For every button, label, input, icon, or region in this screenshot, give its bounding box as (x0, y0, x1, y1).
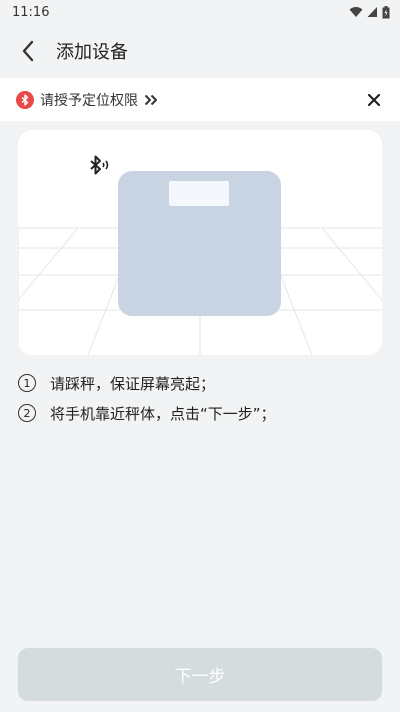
status-bar: 11:16 (0, 0, 400, 24)
step-text: 请踩秤，保证屏幕亮起； (50, 374, 216, 393)
app-bar: 添加设备 (0, 24, 400, 78)
step-number: 1 (18, 374, 36, 392)
instruction-steps: 1 请踩秤，保证屏幕亮起； 2 将手机靠近秤体，点击“下一步”； (18, 368, 382, 428)
permission-banner[interactable]: 请授予定位权限 (0, 78, 400, 121)
banner-close-button[interactable] (364, 90, 384, 110)
step-item: 2 将手机靠近秤体，点击“下一步”； (18, 398, 382, 428)
bluetooth-signal-icon (90, 155, 109, 175)
double-chevron-right-icon (144, 94, 157, 105)
battery-icon (382, 5, 390, 18)
step-text: 将手机靠近秤体，点击“下一步”； (50, 404, 276, 423)
illustration-card (18, 130, 382, 355)
back-button[interactable] (0, 24, 56, 78)
wifi-icon (349, 7, 363, 17)
scale-display (169, 181, 229, 206)
status-time: 11:16 (12, 4, 50, 20)
cellular-icon (367, 7, 377, 17)
permission-go-button[interactable] (144, 94, 158, 106)
page-title: 添加设备 (56, 42, 128, 63)
chevron-left-icon (22, 40, 34, 62)
scale-illustration (18, 155, 382, 355)
step-number: 2 (18, 404, 36, 422)
close-icon (367, 93, 381, 106)
permission-text: 请授予定位权限 (40, 92, 138, 109)
status-icons (349, 5, 390, 19)
step-item: 1 请踩秤，保证屏幕亮起； (18, 368, 382, 398)
next-step-button[interactable]: 下一步 (18, 648, 382, 701)
bluetooth-icon (16, 90, 34, 109)
